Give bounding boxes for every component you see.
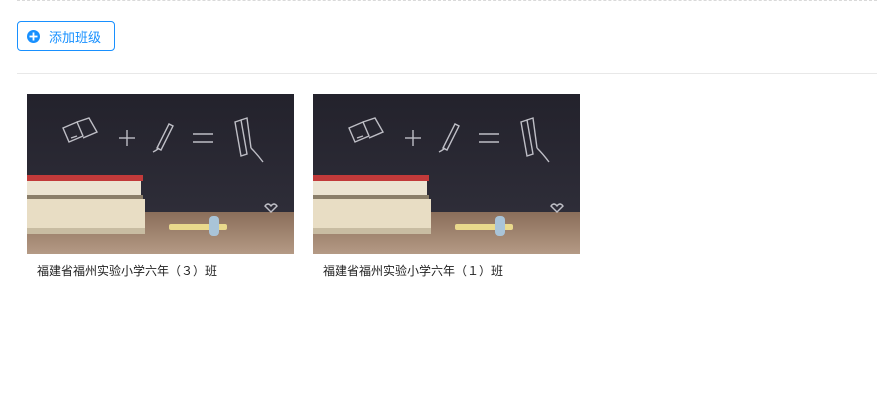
- toolbar-divider: [17, 73, 877, 74]
- class-card[interactable]: 福建省福州实验小学六年（３）班: [27, 94, 294, 284]
- class-cover-image: [313, 94, 580, 254]
- class-name: 福建省福州实验小学六年（３）班: [37, 264, 218, 278]
- top-dashed-divider: [17, 0, 877, 1]
- class-management-page: 添加班级 福建省福州实验小学六年（３）班 福建省福州实验小学六年（１）班: [0, 0, 892, 404]
- class-cover-image: [27, 94, 294, 254]
- class-card[interactable]: 福建省福州实验小学六年（１）班: [313, 94, 580, 284]
- add-class-button[interactable]: 添加班级: [17, 21, 115, 51]
- class-name: 福建省福州实验小学六年（１）班: [323, 264, 504, 278]
- plus-circle-icon: [27, 29, 40, 43]
- add-class-label: 添加班级: [49, 30, 102, 46]
